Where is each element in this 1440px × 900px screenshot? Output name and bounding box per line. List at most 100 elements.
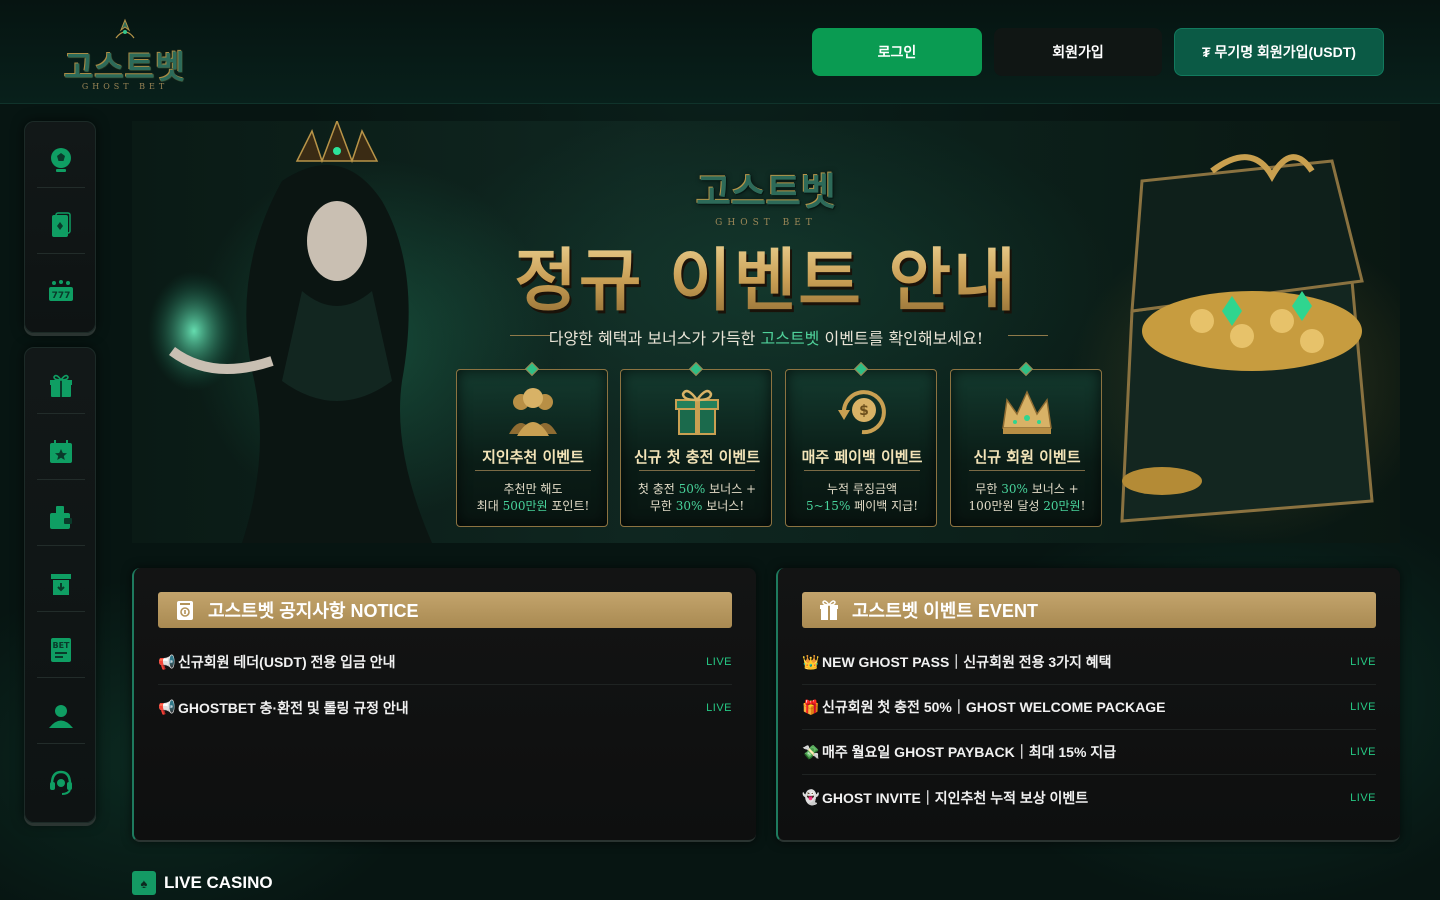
notice-row[interactable]: 📢 GHOSTBET 충·환전 및 롤링 규정 안내 LIVE — [158, 685, 732, 730]
event-card-line2: 최대 500만원 포인트! — [457, 497, 609, 514]
event-card-divider — [969, 470, 1085, 471]
top-header: 고스트벳 GHOST BET 로그인 회원가입 ₮ 무기명 회원가입(USDT) — [0, 0, 1440, 104]
banner-title: 정규 이벤트 안내 — [432, 225, 1100, 324]
line2-highlight: 5~15% — [805, 499, 851, 513]
line2-highlight: 30% — [675, 499, 703, 513]
wallet-deposit-icon — [50, 505, 72, 529]
line1-post: 보너스 + — [705, 482, 757, 496]
event-row-title: 신규회원 첫 충전 50%｜GHOST WELCOME PACKAGE — [822, 699, 1166, 715]
crown-emoji-icon: 👑 — [802, 653, 820, 670]
line1-highlight: 30% — [1001, 482, 1028, 496]
event-banner[interactable]: 고스트벳 GHOST BET 정규 이벤트 안내 다양한 혜택과 보너스가 가득… — [132, 121, 1400, 543]
svg-text:BET: BET — [52, 641, 70, 650]
event-row[interactable]: 👑 NEW GHOST PASS｜신규회원 전용 3가지 혜택 LIVE — [802, 640, 1376, 685]
line1-highlight: 50% — [678, 482, 706, 496]
banner-logo-text: 고스트벳 — [696, 169, 836, 214]
line2-post: ! — [1080, 499, 1086, 513]
svg-text:$: $ — [859, 403, 869, 419]
event-card-line1: 무한 30% 보너스 + — [951, 480, 1103, 497]
live-badge: LIVE — [1350, 791, 1376, 804]
event-card-line1: 추천만 해도 — [503, 482, 563, 496]
sidebar-item-attendance[interactable] — [37, 424, 85, 480]
sidebar-item-withdraw[interactable] — [37, 556, 85, 612]
logo-subtext: GHOST BET — [81, 82, 169, 91]
playing-card-icon — [52, 211, 71, 237]
gem-ornament — [688, 361, 704, 377]
megaphone-icon: 📢 — [158, 653, 176, 670]
event-board: 고스트벳 이벤트 EVENT 👑 NEW GHOST PASS｜신규회원 전용 … — [776, 568, 1400, 842]
line2-pre: 최대 — [476, 499, 503, 513]
event-card-title: 지인추천 이벤트 — [482, 448, 584, 466]
sidebar-item-casino[interactable] — [37, 198, 85, 254]
treasure-chest-illustration — [1120, 154, 1374, 523]
live-badge: LIVE — [1350, 746, 1376, 758]
calendar-star-icon — [50, 439, 72, 463]
sidebar-games-group: 777 — [24, 121, 96, 333]
event-card-line1: 누적 루징금액 — [826, 482, 898, 496]
soccer-ball-icon — [51, 147, 71, 172]
spade-icon: ♠ — [132, 871, 156, 895]
login-button[interactable]: 로그인 — [812, 28, 982, 76]
event-row[interactable]: 👻 GHOST INVITE｜지인추천 누적 보상 이벤트 LIVE — [802, 775, 1376, 820]
live-badge: LIVE — [706, 656, 732, 668]
live-casino-section-header: ♠ LIVE CASINO — [132, 870, 273, 896]
notice-row[interactable]: 📢 신규회원 테더(USDT) 전용 입금 안내 LIVE — [158, 640, 732, 685]
gift-icon — [820, 600, 838, 620]
event-card-title: 매주 페이백 이벤트 — [801, 448, 923, 466]
gem-ornament — [524, 361, 540, 377]
event-row[interactable]: 🎁 신규회원 첫 충전 50%｜GHOST WELCOME PACKAGE LI… — [802, 685, 1376, 730]
sidebar-item-slots[interactable]: 777 — [37, 264, 85, 320]
sidebar-item-mypage[interactable] — [37, 688, 85, 744]
live-badge: LIVE — [1350, 701, 1376, 713]
event-card-weekly-payback[interactable]: $ 매주 페이백 이벤트 누적 루징금액 5~15% 페이백 지급! — [785, 361, 937, 527]
line2-pre: 무한 — [649, 499, 676, 513]
live-casino-title: LIVE CASINO — [164, 873, 273, 892]
gem-ornament — [1018, 361, 1034, 377]
event-card-title: 신규 회원 이벤트 — [973, 448, 1081, 466]
megaphone-icon: 📢 — [158, 699, 176, 715]
notice-board-header[interactable]: 고스트벳 공지사항 NOTICE — [158, 592, 732, 628]
event-card-referral[interactable]: 지인추천 이벤트 추천만 해도 최대 500만원 포인트! — [456, 361, 609, 527]
live-badge: LIVE — [1350, 656, 1376, 668]
sidebar-item-support[interactable] — [37, 754, 85, 810]
user-icon — [49, 704, 73, 728]
sidebar-menu-group: BET — [24, 347, 96, 823]
sidebar-item-deposit[interactable] — [37, 490, 85, 546]
sidebar-item-sports[interactable] — [37, 132, 85, 188]
event-row-title: GHOST INVITE｜지인추천 누적 보상 이벤트 — [822, 789, 1089, 806]
line2-highlight: 500만원 — [502, 499, 548, 513]
line2-post: 페이백 지급! — [850, 499, 919, 513]
sorceress-illustration — [148, 121, 432, 543]
event-card-divider — [639, 470, 755, 471]
event-card-divider — [804, 470, 920, 471]
site-logo[interactable]: 고스트벳 GHOST BET — [58, 18, 192, 96]
signup-button[interactable]: 회원가입 — [994, 28, 1162, 76]
svg-text:777: 777 — [52, 291, 71, 301]
event-row-title: 매주 월요일 GHOST PAYBACK｜최대 15% 지급 — [822, 744, 1117, 760]
line2-post: 포인트! — [547, 499, 590, 513]
event-board-header[interactable]: 고스트벳 이벤트 EVENT — [802, 592, 1376, 628]
money-wings-emoji-icon: 💸 — [802, 743, 820, 760]
payback-coin-icon: $ — [838, 390, 886, 435]
sidebar-item-bet-history[interactable]: BET — [37, 622, 85, 678]
gift-box-icon — [675, 389, 719, 435]
notice-document-icon — [177, 601, 193, 620]
event-row-title: NEW GHOST PASS｜신규회원 전용 3가지 혜택 — [822, 654, 1112, 670]
event-card-first-deposit[interactable]: 신규 첫 충전 이벤트 첫 충전 50% 보너스 + 무한 30% 보너스! — [620, 361, 773, 527]
banner-subtitle-highlight: 고스트벳 — [760, 329, 820, 348]
headset-support-icon — [50, 770, 72, 795]
line2-post: 보너스! — [702, 499, 745, 513]
gift-icon — [50, 374, 72, 397]
notice-row-title: 신규회원 테더(USDT) 전용 입금 안내 — [178, 654, 396, 670]
event-card-new-member[interactable]: 신규 회원 이벤트 무한 30% 보너스 + 100만원 달성 20만원! — [950, 361, 1103, 527]
event-card-title: 신규 첫 충전 이벤트 — [633, 448, 761, 466]
line2-pre: 100만원 달성 — [968, 499, 1044, 513]
event-card-line2: 100만원 달성 20만원! — [951, 497, 1103, 514]
banner-subtitle-post: 이벤트를 확인해보세요! — [819, 329, 984, 348]
sidebar-item-events[interactable] — [37, 358, 85, 414]
anonymous-usdt-signup-button[interactable]: ₮ 무기명 회원가입(USDT) — [1174, 28, 1384, 76]
event-card-line1: 첫 충전 50% 보너스 + — [621, 480, 773, 497]
event-row[interactable]: 💸 매주 월요일 GHOST PAYBACK｜최대 15% 지급 LIVE — [802, 730, 1376, 775]
crown-icon — [1002, 390, 1052, 434]
line1-pre: 첫 충전 — [637, 482, 679, 496]
